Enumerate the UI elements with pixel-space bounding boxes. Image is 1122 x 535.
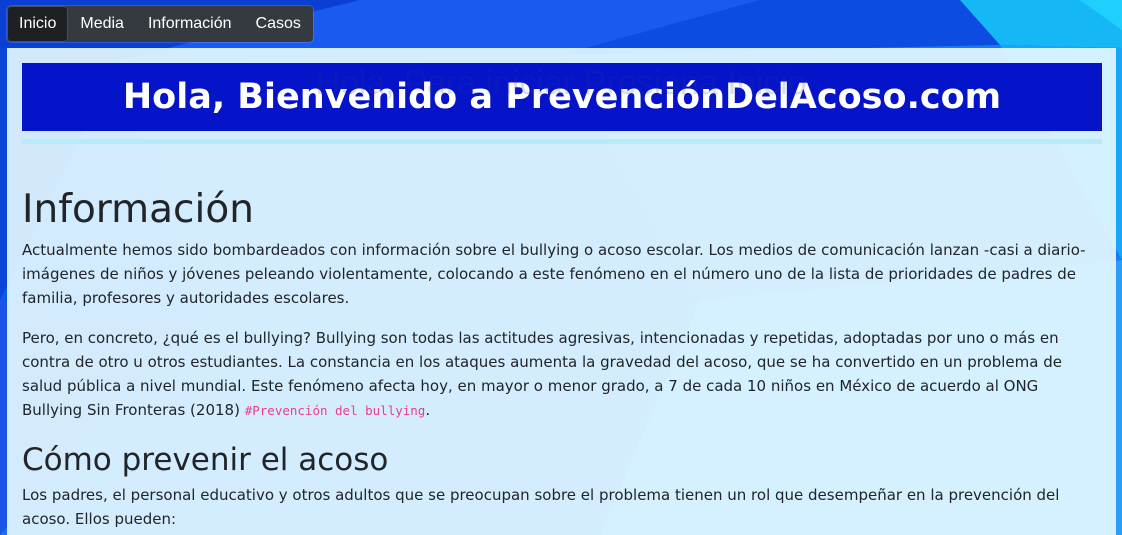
main-content: Información Actualmente hemos sido bomba… bbox=[22, 186, 1097, 535]
paragraph-end-punct: . bbox=[425, 401, 431, 419]
prevent-paragraph-1: Los padres, el personal educativo y otro… bbox=[22, 486, 1060, 528]
hashtag-code: #Prevención del bullying bbox=[244, 403, 426, 418]
banner-ghost-text: Hola, Para iniciar Presiona Inicio bbox=[315, 64, 807, 102]
nav-media[interactable]: Media bbox=[68, 6, 136, 42]
info-paragraph-1: Actualmente hemos sido bombardeados con … bbox=[22, 241, 1086, 307]
prevent-heading: Cómo prevenir el acoso bbox=[22, 442, 389, 478]
banner-divider bbox=[22, 139, 1102, 144]
nav-casos[interactable]: Casos bbox=[244, 6, 313, 42]
info-paragraph-2: Pero, en concreto, ¿qué es el bullying? … bbox=[22, 326, 1097, 423]
top-navbar: Inicio Media Información Casos bbox=[7, 6, 313, 42]
nav-inicio[interactable]: Inicio bbox=[7, 6, 69, 42]
info-heading: Información bbox=[22, 187, 254, 232]
info-paragraph-2-text: Pero, en concreto, ¿qué es el bullying? … bbox=[22, 329, 1062, 419]
nav-informacion[interactable]: Información bbox=[136, 6, 244, 42]
